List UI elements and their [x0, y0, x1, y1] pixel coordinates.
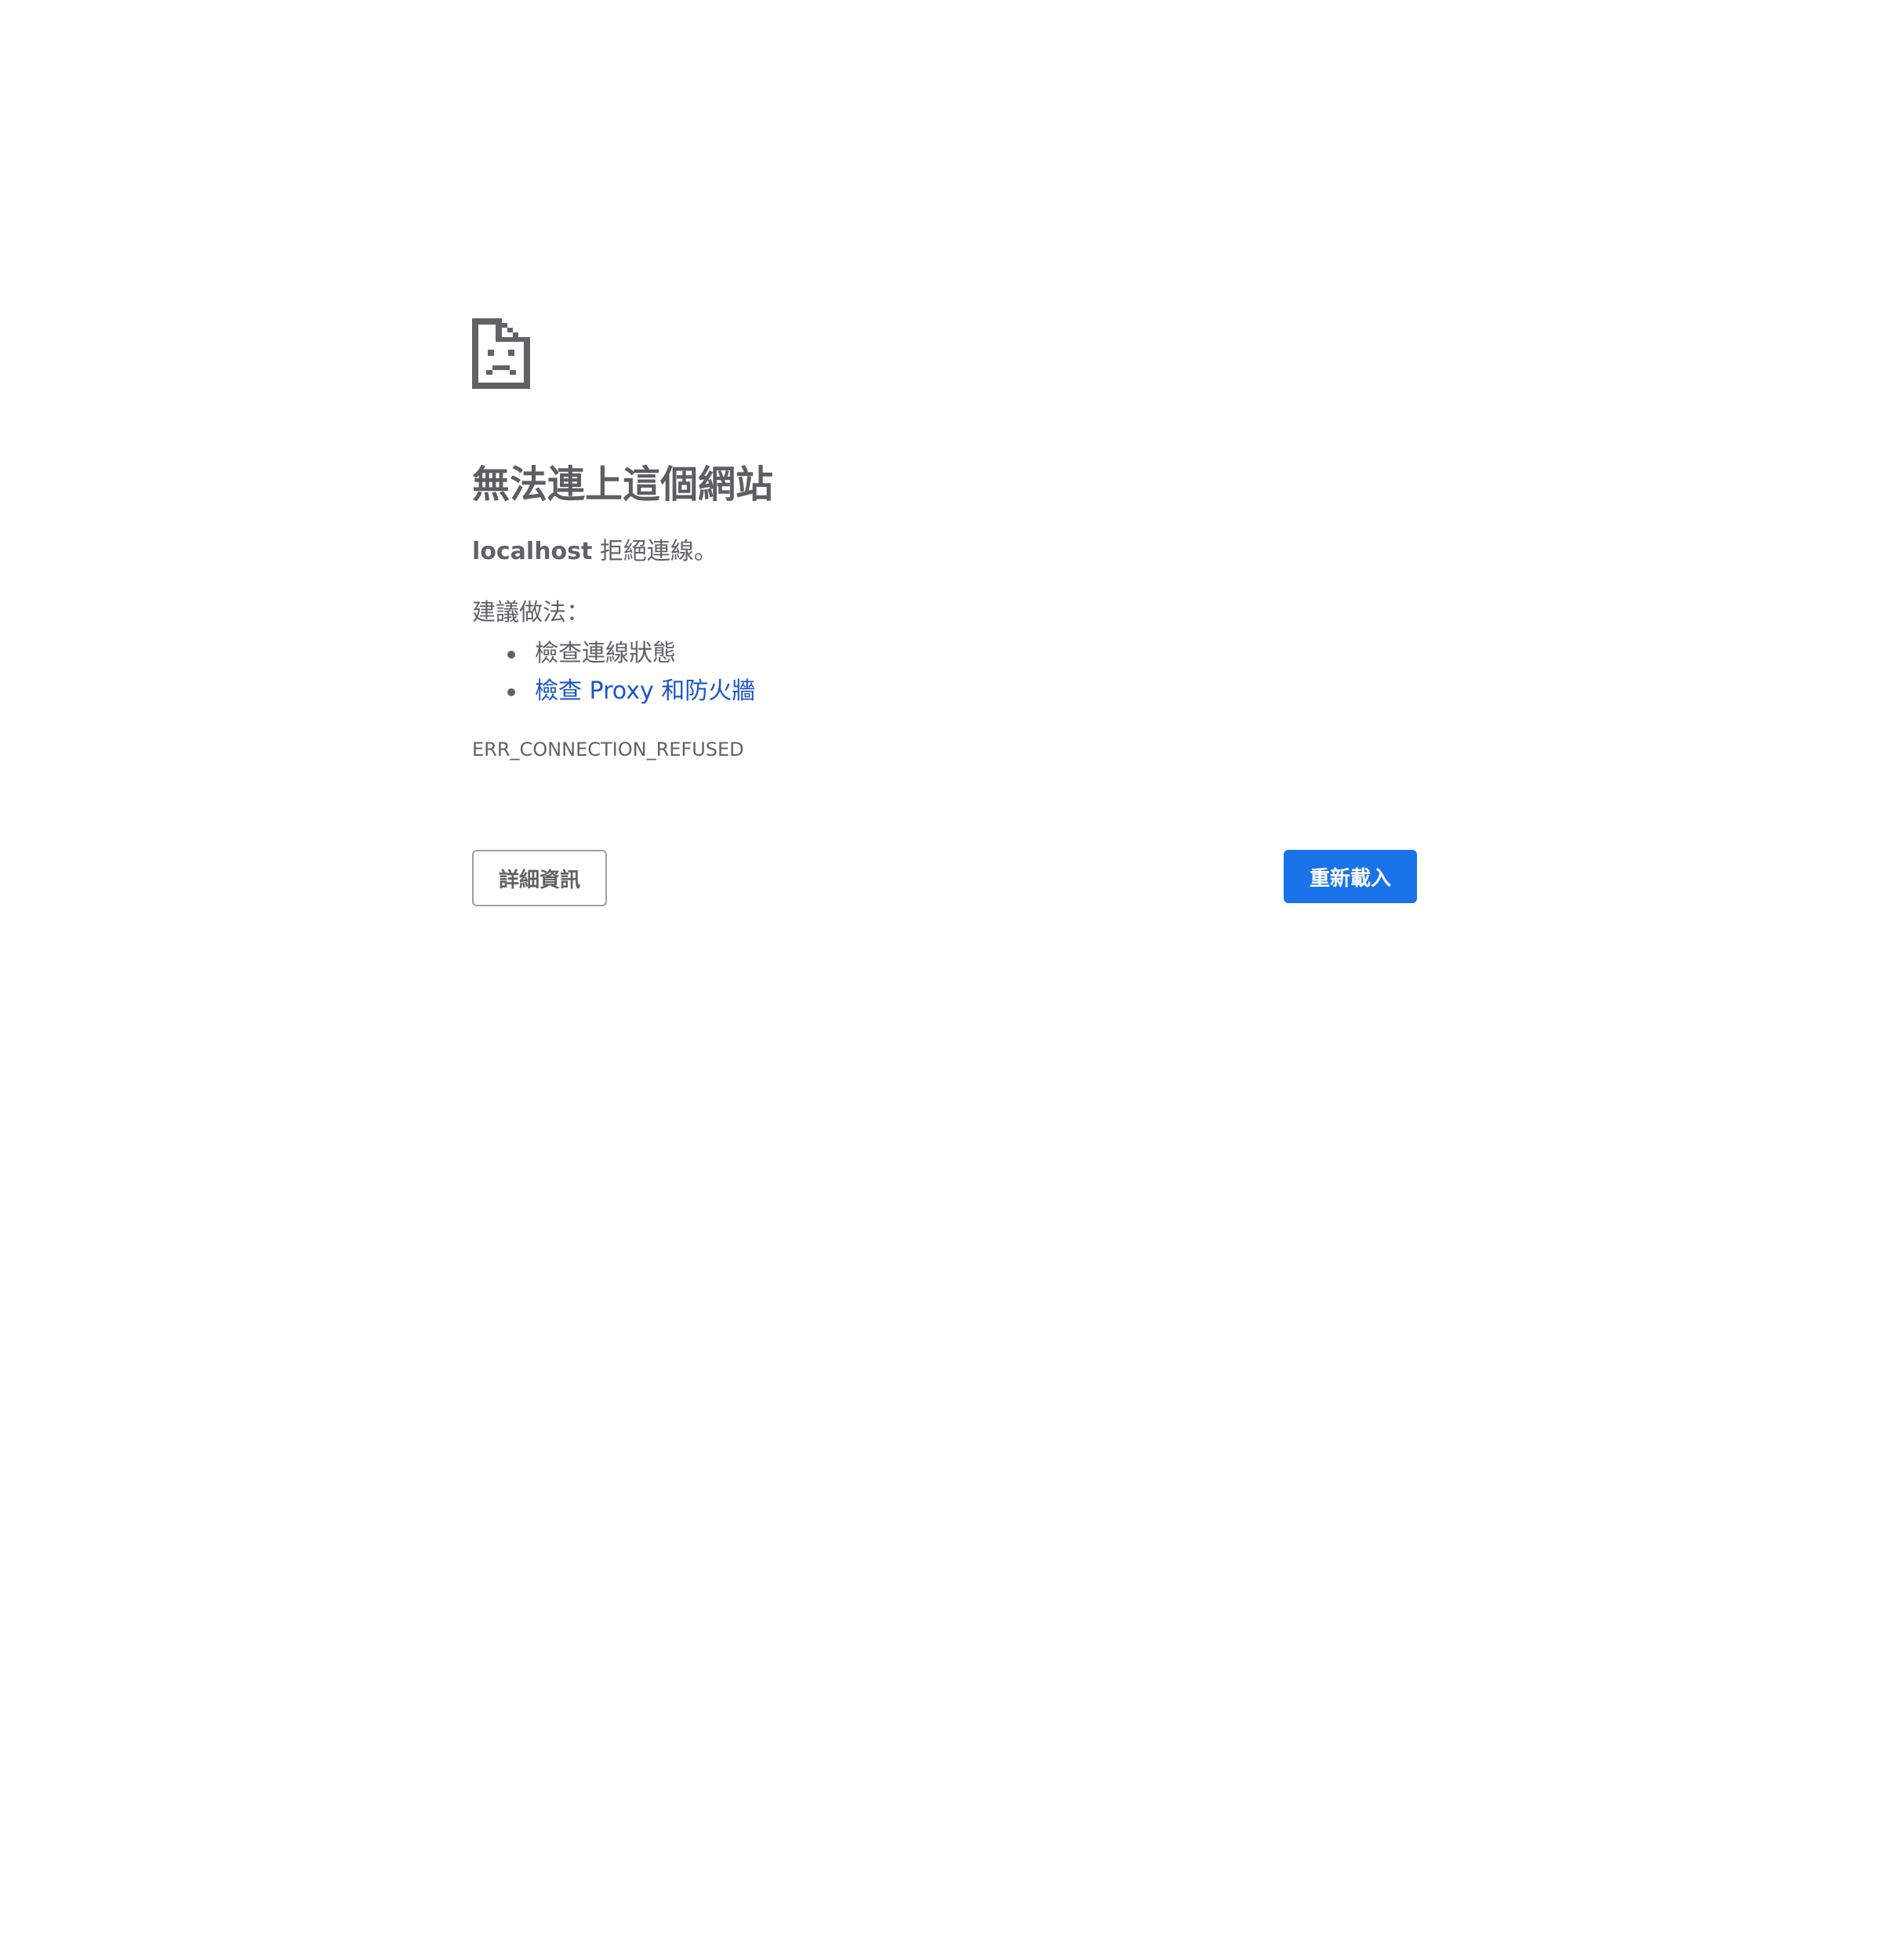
list-item: 檢查連線狀態: [472, 635, 755, 673]
error-page: 無法連上這個網站 localhost 拒絕連線。 建議做法： 檢查連線狀態 檢查…: [472, 318, 1417, 906]
page-title: 無法連上這個網站: [472, 463, 774, 506]
reload-button[interactable]: 重新載入: [1284, 850, 1417, 903]
details-button[interactable]: 詳細資訊: [472, 850, 607, 906]
error-message: localhost 拒絕連線。: [472, 536, 718, 568]
suggestion-check-proxy-link[interactable]: 檢查 Proxy 和防火牆: [535, 677, 755, 705]
list-item: 檢查 Proxy 和防火牆: [472, 673, 755, 710]
error-code: ERR_CONNECTION_REFUSED: [472, 739, 744, 760]
sad-document-icon: [472, 318, 530, 389]
error-message-text: 拒絕連線。: [592, 538, 718, 565]
suggestions-list: 檢查連線狀態 檢查 Proxy 和防火牆: [472, 635, 755, 710]
suggestion-check-connection: 檢查連線狀態: [535, 640, 676, 667]
suggestions-heading: 建議做法：: [472, 599, 590, 626]
error-host: localhost: [472, 538, 593, 565]
